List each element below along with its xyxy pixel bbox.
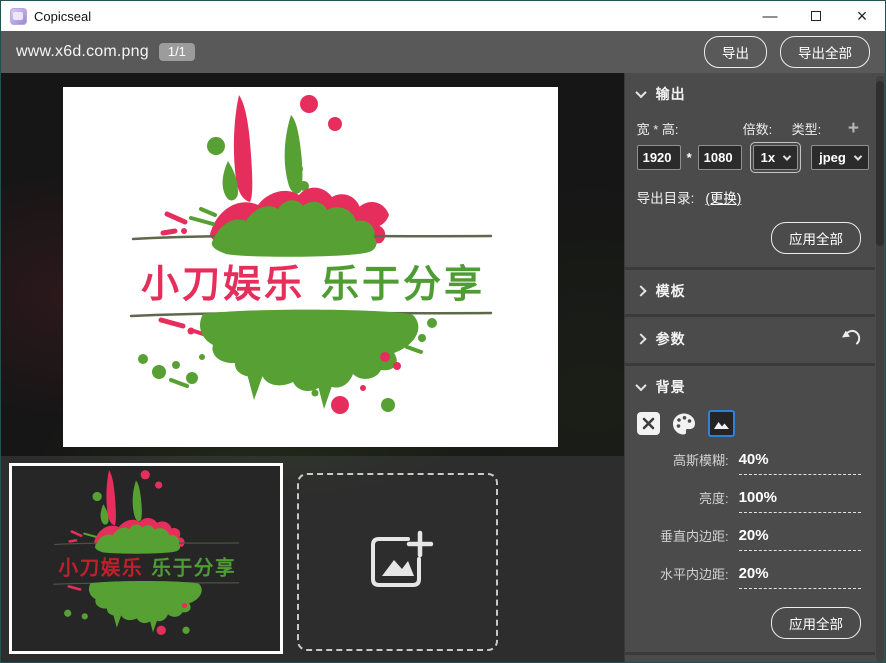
vpadding-field: 垂直内边距: 20% [637, 526, 869, 551]
logo-text-red: 小刀娱乐 [141, 264, 305, 306]
brightness-label: 亮度: [637, 488, 729, 513]
export-button[interactable]: 导出 [704, 36, 767, 68]
height-input[interactable] [698, 145, 742, 170]
title-bar: Copicseal — × [1, 1, 885, 31]
preview-image: 小刀娱乐 乐于分享 [63, 87, 558, 447]
settings-sidebar: 输出 宽 * 高: 倍数: 类型: + * 1x [624, 73, 885, 663]
app-icon [10, 8, 27, 25]
header-bar: www.x6d.com.png 1/1 导出 导出全部 [1, 31, 885, 73]
type-label: 类型: [792, 119, 822, 138]
export-all-button[interactable]: 导出全部 [780, 36, 870, 68]
blur-field: 高斯模糊: 40% [637, 450, 869, 475]
export-dir-label: 导出目录: [637, 187, 695, 207]
brightness-field: 亮度: 100% [637, 488, 869, 513]
maximize-icon [811, 11, 821, 21]
vpadding-value[interactable]: 20% [739, 527, 861, 551]
add-image-icon [361, 529, 435, 595]
section-output: 输出 宽 * 高: 倍数: 类型: + * 1x [625, 73, 875, 267]
filetype-value: jpeg [819, 150, 846, 165]
svg-text:乐于分享: 乐于分享 [151, 556, 236, 579]
preview-canvas: 小刀娱乐 乐于分享 [1, 73, 624, 456]
close-button[interactable]: × [839, 1, 885, 31]
current-filename: www.x6d.com.png [16, 43, 149, 61]
section-params-header[interactable]: 参数 [637, 328, 869, 350]
dimension-separator: * [687, 150, 692, 165]
section-photo-info: 照片信息 相机厂商: [625, 652, 875, 663]
blur-label: 高斯模糊: [637, 450, 729, 475]
minimize-button[interactable]: — [747, 1, 793, 31]
hpadding-field: 水平内边距: 20% [637, 564, 869, 589]
thumbnail-artwork: 小刀娱乐 乐于分享 [18, 466, 274, 652]
section-title: 背景 [656, 377, 686, 397]
thumbnail-selected[interactable]: 小刀娱乐 乐于分享 [9, 463, 283, 654]
app-window: Copicseal — × www.x6d.com.png 1/1 导出 导出全… [0, 0, 886, 663]
chevron-right-icon [635, 333, 646, 344]
vpadding-label: 垂直内边距: [637, 526, 729, 551]
section-title: 输出 [656, 84, 686, 104]
output-inputs-row: * 1x jpeg [637, 145, 869, 170]
maximize-button[interactable] [793, 1, 839, 31]
add-image-button[interactable] [297, 473, 498, 651]
filetype-select[interactable]: jpeg [811, 145, 869, 170]
bg-none-button[interactable] [637, 412, 660, 435]
logo-artwork: 小刀娱乐 乐于分享 [63, 87, 558, 447]
section-template: 模板 [625, 267, 875, 314]
app-title: Copicseal [34, 9, 91, 24]
chevron-down-icon [635, 380, 646, 391]
chevron-right-icon [635, 285, 646, 296]
section-title: 模板 [656, 281, 686, 301]
apply-all-background-button[interactable]: 应用全部 [771, 607, 861, 639]
hpadding-label: 水平内边距: [637, 564, 729, 589]
close-icon [642, 417, 655, 430]
blur-value[interactable]: 40% [739, 451, 861, 475]
header-actions: 导出 导出全部 [704, 36, 870, 68]
multiplier-select[interactable]: 1x [753, 145, 798, 170]
multiplier-value: 1x [761, 150, 775, 165]
undo-icon[interactable] [841, 328, 861, 350]
width-input[interactable] [637, 145, 681, 170]
section-output-header[interactable]: 输出 [637, 84, 869, 104]
output-labels-row: 宽 * 高: 倍数: 类型: + [637, 119, 869, 138]
section-params: 参数 [625, 314, 875, 363]
bg-image-button-selected[interactable] [708, 410, 735, 437]
page-count-badge: 1/1 [159, 43, 195, 61]
apply-all-output-button[interactable]: 应用全部 [771, 222, 861, 254]
chevron-down-icon [783, 152, 791, 160]
change-dir-link[interactable]: (更换) [705, 187, 741, 207]
logo-text-green: 乐于分享 [321, 264, 485, 306]
width-height-label: 宽 * 高: [637, 119, 743, 138]
preview-pane: 小刀娱乐 乐于分享 [1, 73, 624, 663]
chevron-down-icon [635, 87, 646, 98]
background-type-buttons [637, 410, 869, 437]
svg-text:小刀娱乐: 小刀娱乐 [58, 556, 143, 579]
section-background: 背景 [625, 363, 875, 652]
thumbnail-strip: 小刀娱乐 乐于分享 [1, 456, 624, 663]
section-title: 参数 [656, 329, 686, 349]
hpadding-value[interactable]: 20% [739, 565, 861, 589]
multiplier-label: 倍数: [743, 119, 792, 138]
chevron-down-icon [854, 152, 862, 160]
image-icon [713, 417, 730, 430]
brightness-value[interactable]: 100% [739, 489, 861, 513]
window-controls: — × [747, 1, 885, 31]
sidebar-scrollbar-thumb[interactable] [876, 81, 884, 246]
add-output-icon[interactable]: + [848, 123, 859, 135]
export-dir-row: 导出目录: (更换) [637, 187, 869, 207]
palette-icon [672, 412, 696, 436]
section-template-header[interactable]: 模板 [637, 281, 869, 301]
section-background-header[interactable]: 背景 [637, 377, 869, 397]
bg-color-button[interactable] [672, 412, 696, 436]
